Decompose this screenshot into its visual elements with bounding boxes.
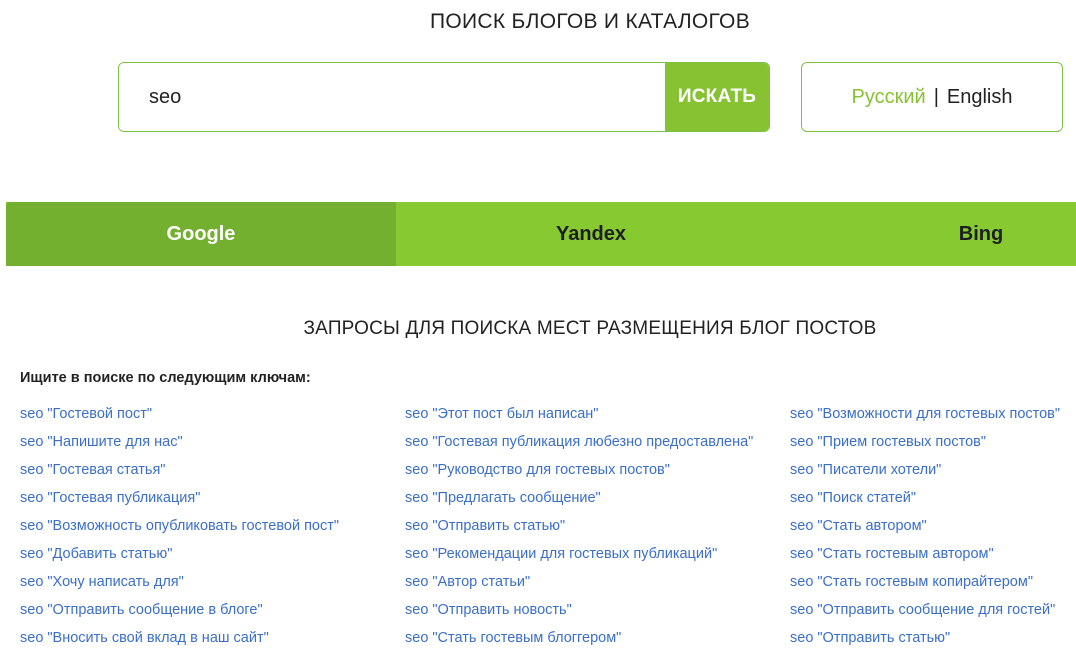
query-link[interactable]: seo "Стать гостевым блоггером" [405, 628, 753, 656]
search-engine-tabs: Google Yandex Bing [6, 202, 1076, 266]
query-link[interactable]: seo "Гостевая публикация любезно предост… [405, 432, 753, 460]
query-link[interactable]: seo "Стать автором" [790, 516, 1060, 544]
query-column-2: seo "Этот пост был написан" seo "Гостева… [405, 404, 753, 656]
query-link[interactable]: seo "Писатели хотели" [790, 460, 1060, 488]
query-link[interactable]: seo "Предлагать сообщение" [405, 488, 753, 516]
query-link[interactable]: seo "Напишите для нас" [20, 432, 339, 460]
query-link[interactable]: seo "Стать гостевым автором" [790, 544, 1060, 572]
page-title: ПОИСК БЛОГОВ И КАТАЛОГОВ [430, 10, 750, 33]
query-link[interactable]: seo "Автор статьи" [405, 572, 753, 600]
query-link[interactable]: seo "Прием гостевых постов" [790, 432, 1060, 460]
search-button[interactable]: ИСКАТЬ [665, 63, 769, 131]
query-link[interactable]: seo "Отправить сообщение для гостей" [790, 600, 1060, 628]
query-link[interactable]: seo "Добавить статью" [20, 544, 339, 572]
query-column-3: seo "Возможности для гостевых постов" se… [790, 404, 1060, 656]
tab-bing[interactable]: Bing [786, 202, 1076, 266]
search-form: ИСКАТЬ [118, 62, 770, 132]
query-column-1: seo "Гостевой пост" seo "Напишите для на… [20, 404, 339, 656]
query-link[interactable]: seo "Отправить новость" [405, 600, 753, 628]
query-link[interactable]: seo "Этот пост был написан" [405, 404, 753, 432]
language-switcher: Русский | English [801, 62, 1063, 132]
query-link[interactable]: seo "Возможность опубликовать гостевой п… [20, 516, 339, 544]
query-link[interactable]: seo "Гостевая статья" [20, 460, 339, 488]
query-link[interactable]: seo "Возможности для гостевых постов" [790, 404, 1060, 432]
query-link[interactable]: seo "Хочу написать для" [20, 572, 339, 600]
query-link[interactable]: seo "Отправить статью" [790, 628, 1060, 656]
query-link[interactable]: seo "Гостевая публикация" [20, 488, 339, 516]
query-link[interactable]: seo "Руководство для гостевых постов" [405, 460, 753, 488]
language-english[interactable]: English [947, 86, 1013, 109]
search-input[interactable] [119, 63, 665, 131]
query-link[interactable]: seo "Стать гостевым копирайтером" [790, 572, 1060, 600]
query-link[interactable]: seo "Отправить статью" [405, 516, 753, 544]
section-title: ЗАПРОСЫ ДЛЯ ПОИСКА МЕСТ РАЗМЕЩЕНИЯ БЛОГ … [303, 318, 877, 339]
tab-yandex[interactable]: Yandex [396, 202, 786, 266]
query-link[interactable]: seo "Рекомендации для гостевых публикаци… [405, 544, 753, 572]
tab-google[interactable]: Google [6, 202, 396, 266]
query-link[interactable]: seo "Гостевой пост" [20, 404, 339, 432]
section-intro: Ищите в поиске по следующим ключам: [20, 370, 311, 386]
language-separator: | [933, 85, 939, 108]
query-link[interactable]: seo "Поиск статей" [790, 488, 1060, 516]
query-link[interactable]: seo "Отправить сообщение в блоге" [20, 600, 339, 628]
query-link[interactable]: seo "Вносить свой вклад в наш сайт" [20, 628, 339, 656]
language-russian[interactable]: Русский [851, 86, 925, 109]
